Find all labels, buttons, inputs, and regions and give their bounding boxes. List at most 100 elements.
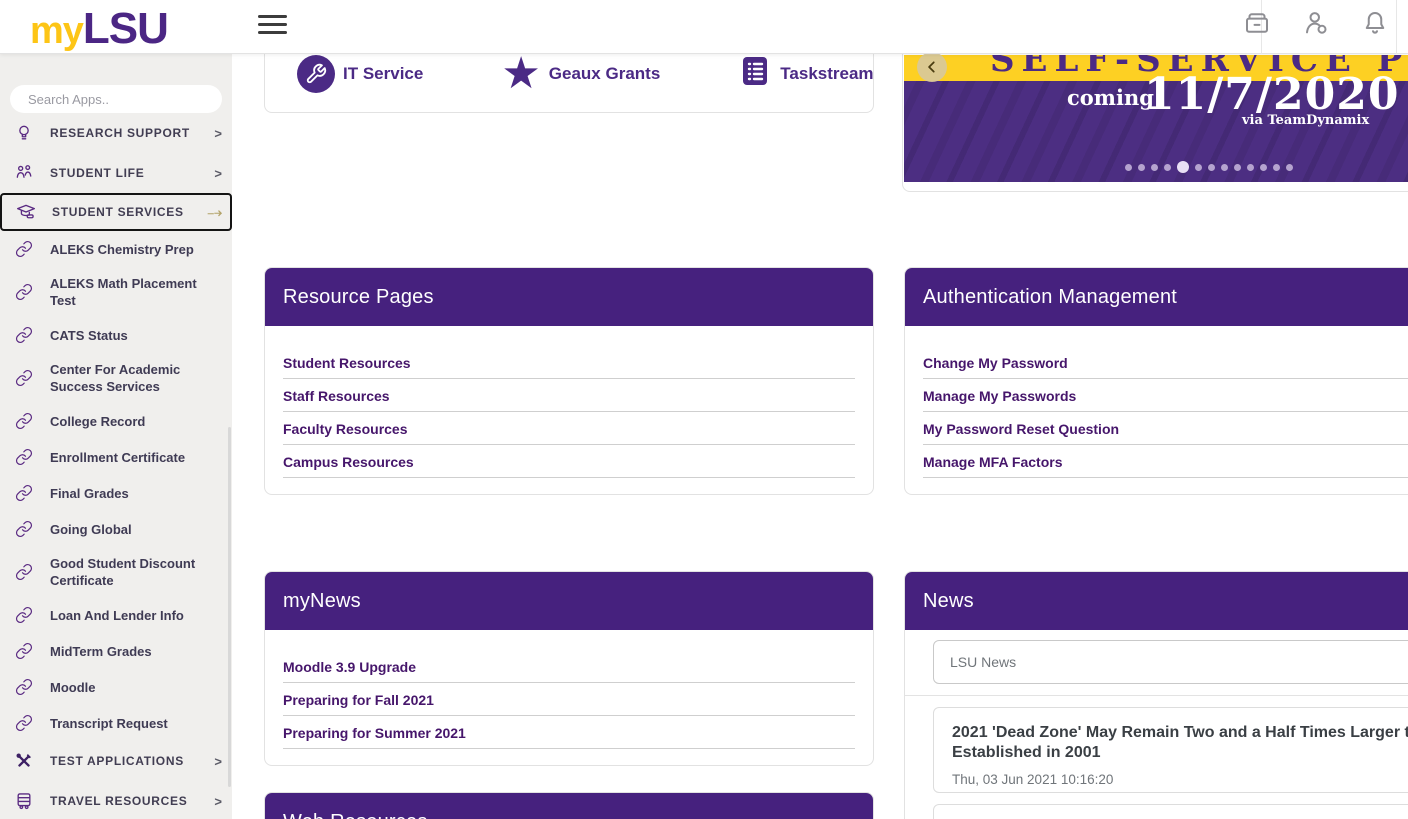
card-header: Authentication Management xyxy=(905,268,1408,326)
notifications-icon[interactable] xyxy=(1360,8,1390,38)
news-feed-selected-value: LSU News xyxy=(950,654,1016,670)
search-input[interactable] xyxy=(10,85,222,113)
carousel-dot[interactable] xyxy=(1177,161,1189,173)
graduation-cap-icon xyxy=(14,200,38,224)
divider xyxy=(905,695,1408,696)
quick-link-it-service[interactable]: IT Service xyxy=(297,55,423,93)
sidebar-item-enrollment-certificate[interactable]: Enrollment Certificate xyxy=(0,439,232,475)
sidebar-item-college-record[interactable]: College Record xyxy=(0,403,232,439)
chevron-right-icon: > xyxy=(214,166,222,181)
carousel-dot[interactable] xyxy=(1286,164,1293,171)
link-faculty-resources[interactable]: Faculty Resources xyxy=(283,412,855,445)
carousel-dot[interactable] xyxy=(1125,164,1132,171)
sidebar-item-label: RESEARCH SUPPORT xyxy=(50,126,210,140)
link-icon xyxy=(12,560,36,584)
link-campus-resources[interactable]: Campus Resources xyxy=(283,445,855,478)
sidebar-item-label: Going Global xyxy=(50,521,202,538)
sidebar-item-test-applications[interactable]: TEST APPLICATIONS > xyxy=(0,741,232,781)
chevron-right-icon: > xyxy=(214,126,222,141)
mynews-card: myNews Moodle 3.9 Upgrade Preparing for … xyxy=(264,571,874,766)
link-icon xyxy=(12,481,36,505)
sidebar-item-cats-status[interactable]: CATS Status xyxy=(0,317,232,353)
sidebar-item-student-services[interactable]: STUDENT SERVICES ⤍ xyxy=(0,193,232,231)
link-student-resources[interactable]: Student Resources xyxy=(283,346,855,379)
sidebar-item-label: MidTerm Grades xyxy=(50,643,202,660)
quick-link-label: Taskstream xyxy=(780,64,873,84)
mylsu-logo[interactable]: myLSU xyxy=(30,4,168,54)
apps-drawer-icon[interactable] xyxy=(1242,8,1272,38)
quick-link-geaux-grants[interactable]: ★ Geaux Grants xyxy=(501,55,660,93)
sidebar-item-midterm-grades[interactable]: MidTerm Grades xyxy=(0,633,232,669)
sidebar-item-label: TRAVEL RESOURCES xyxy=(50,794,210,808)
link-icon xyxy=(12,711,36,735)
sidebar-item-transcript-request[interactable]: Transcript Request xyxy=(0,705,232,741)
link-icon xyxy=(12,280,36,304)
tools-icon xyxy=(12,749,36,773)
banner-via-label: via TeamDynamix xyxy=(1242,113,1369,128)
chevron-down-icon: ⤍ xyxy=(207,204,220,221)
card-title: Resource Pages xyxy=(283,286,434,309)
sidebar-item-student-life[interactable]: STUDENT LIFE > xyxy=(0,153,232,193)
star-icon: ★ xyxy=(501,55,540,93)
carousel-slide-self-service-portal: SELF-SERVICE PORTAL coming 11/7/2020 via… xyxy=(904,55,1408,182)
sidebar-item-label: Final Grades xyxy=(50,485,202,502)
quick-link-taskstream[interactable]: Taskstream xyxy=(738,54,873,93)
carousel-prev-button[interactable] xyxy=(917,52,947,82)
link-my-password-reset-question[interactable]: My Password Reset Question xyxy=(923,412,1408,445)
sidebar-item-label: STUDENT SERVICES xyxy=(52,205,203,219)
card-header: myNews xyxy=(265,572,873,630)
card-title: myNews xyxy=(283,590,361,613)
sidebar-item-label: College Record xyxy=(50,413,202,430)
link-preparing-fall-2021[interactable]: Preparing for Fall 2021 xyxy=(283,683,855,716)
news-item[interactable] xyxy=(933,804,1408,819)
quick-link-label: IT Service xyxy=(343,64,423,84)
sidebar-item-moodle[interactable]: Moodle xyxy=(0,669,232,705)
card-title: Authentication Management xyxy=(923,286,1177,309)
carousel-dot[interactable] xyxy=(1260,164,1267,171)
carousel-dot[interactable] xyxy=(1195,164,1202,171)
sidebar-scrollbar[interactable] xyxy=(228,427,231,787)
sidebar-item-loan-and-lender-info[interactable]: Loan And Lender Info xyxy=(0,597,232,633)
news-item-title-line2: Established in 2001 xyxy=(952,743,1408,763)
web-resources-card: Web Resources xyxy=(264,792,874,819)
hamburger-menu-icon[interactable] xyxy=(258,14,288,40)
sidebar-item-center-for-academic-success[interactable]: Center For Academic Success Services xyxy=(0,353,232,403)
link-manage-mfa-factors[interactable]: Manage MFA Factors xyxy=(923,445,1408,478)
carousel-dot[interactable] xyxy=(1234,164,1241,171)
resource-pages-card: Resource Pages Student Resources Staff R… xyxy=(264,267,874,495)
sidebar-item-aleks-chemistry-prep[interactable]: ALEKS Chemistry Prep xyxy=(0,231,232,267)
news-feed-select[interactable]: LSU News xyxy=(933,640,1408,684)
sidebar-item-good-student-discount[interactable]: Good Student Discount Certificate xyxy=(0,547,232,597)
link-moodle-upgrade[interactable]: Moodle 3.9 Upgrade xyxy=(283,650,855,683)
sidebar-item-travel-resources[interactable]: TRAVEL RESOURCES > xyxy=(0,781,232,819)
chevron-right-icon: > xyxy=(214,754,222,769)
carousel-dot[interactable] xyxy=(1138,164,1145,171)
news-item-date: Thu, 03 Jun 2021 10:16:20 xyxy=(952,772,1408,787)
link-manage-my-passwords[interactable]: Manage My Passwords xyxy=(923,379,1408,412)
card-header: Web Resources xyxy=(265,793,873,819)
carousel-dot[interactable] xyxy=(1164,164,1171,171)
carousel-dot[interactable] xyxy=(1208,164,1215,171)
carousel-dot[interactable] xyxy=(1247,164,1254,171)
sidebar-item-final-grades[interactable]: Final Grades xyxy=(0,475,232,511)
sidebar-item-going-global[interactable]: Going Global xyxy=(0,511,232,547)
sidebar-item-aleks-math-placement-test[interactable]: ALEKS Math Placement Test xyxy=(0,267,232,317)
sidebar-item-label: Moodle xyxy=(50,679,202,696)
news-item[interactable]: 2021 'Dead Zone' May Remain Two and a Ha… xyxy=(933,707,1408,793)
carousel-dot[interactable] xyxy=(1151,164,1158,171)
carousel-dots xyxy=(930,161,1408,173)
link-preparing-summer-2021[interactable]: Preparing for Summer 2021 xyxy=(283,716,855,749)
link-staff-resources[interactable]: Staff Resources xyxy=(283,379,855,412)
divider xyxy=(1396,0,1397,54)
sidebar-item-research-support[interactable]: RESEARCH SUPPORT > xyxy=(0,113,232,153)
bus-icon xyxy=(12,789,36,813)
carousel-dot[interactable] xyxy=(1221,164,1228,171)
link-icon xyxy=(12,639,36,663)
sidebar-item-label: TEST APPLICATIONS xyxy=(50,754,210,768)
quick-link-label: Geaux Grants xyxy=(549,64,661,84)
link-change-my-password[interactable]: Change My Password xyxy=(923,346,1408,379)
app-sidebar: RESEARCH SUPPORT > STUDENT LIFE > STUDEN… xyxy=(0,54,232,819)
sidebar-item-label: ALEKS Math Placement Test xyxy=(50,275,202,309)
carousel-dot[interactable] xyxy=(1273,164,1280,171)
account-icon[interactable] xyxy=(1301,8,1331,38)
